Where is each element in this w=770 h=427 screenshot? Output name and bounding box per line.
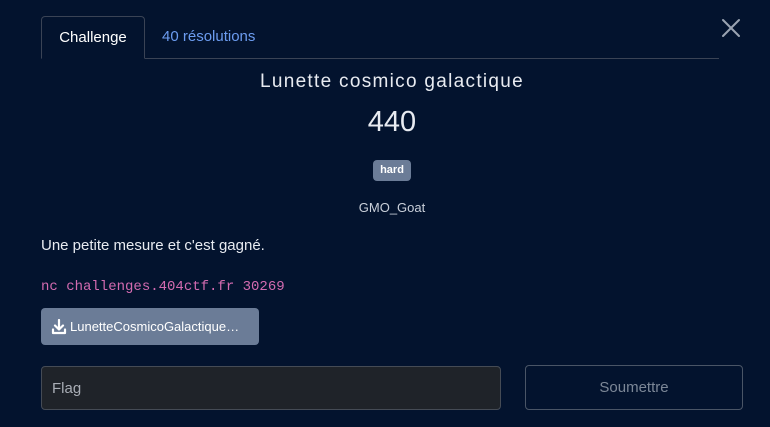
close-icon: [722, 19, 740, 37]
submit-button[interactable]: Soumettre: [525, 365, 743, 410]
tab-solves[interactable]: 40 résolutions: [162, 16, 255, 58]
connection-command: nc challenges.404ctf.fr 30269: [41, 279, 285, 295]
download-file-label: LunetteCosmicoGalactique…: [70, 319, 240, 334]
download-file-button[interactable]: LunetteCosmicoGalactique…: [41, 308, 259, 345]
close-button[interactable]: [720, 17, 742, 39]
tab-challenge[interactable]: Challenge: [41, 16, 145, 59]
tab-bar: Challenge 40 résolutions: [41, 16, 719, 59]
challenge-points: 440: [367, 106, 417, 138]
flag-input[interactable]: [41, 366, 501, 410]
challenge-author: GMO_Goat: [358, 200, 426, 215]
difficulty-badge: hard: [373, 160, 411, 181]
challenge-modal: Challenge 40 résolutions Lunette cosmico…: [0, 0, 770, 427]
challenge-description: Une petite mesure et c'est gagné.: [41, 237, 265, 254]
download-icon: [51, 318, 67, 334]
challenge-title: Lunette cosmico galactique: [259, 71, 525, 92]
difficulty-badge-container: hard: [0, 160, 770, 181]
